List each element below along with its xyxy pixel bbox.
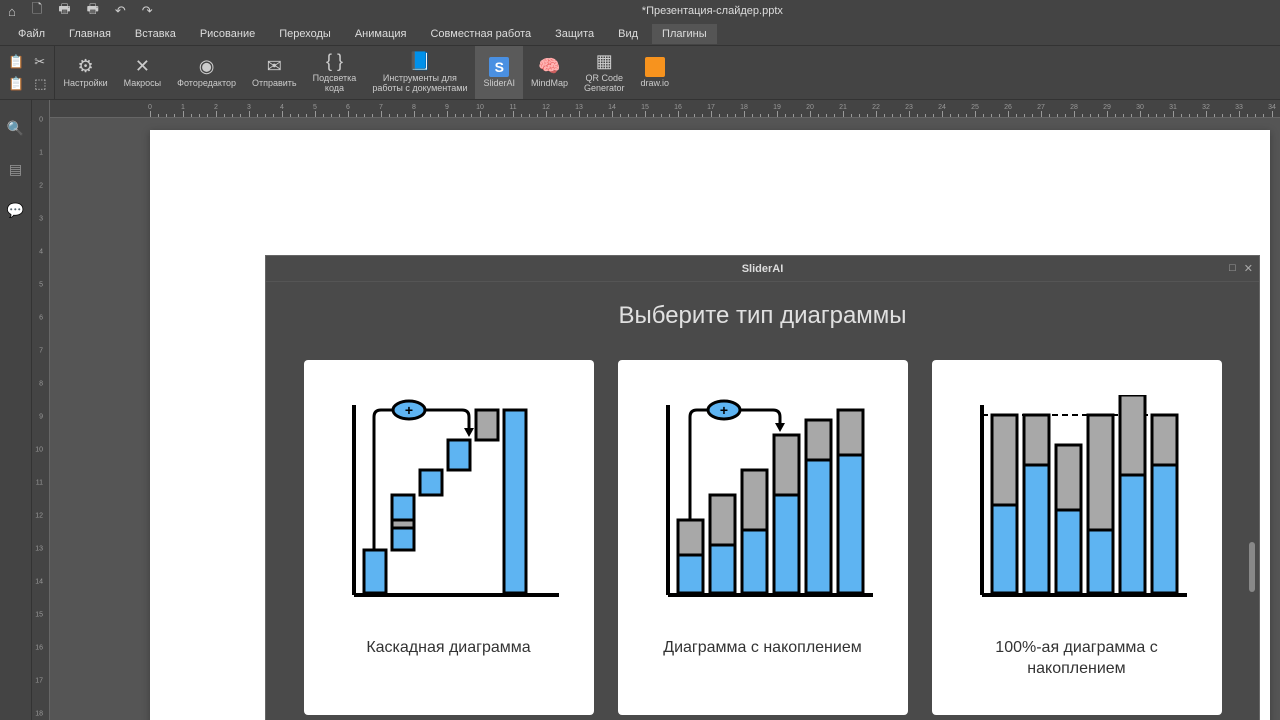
comments-icon[interactable]: 💬 [7, 202, 24, 219]
redo-icon[interactable]: ↷ [142, 3, 153, 19]
tool-инструменты-для-работы-с-документами[interactable]: 📘Инструменты для работы с документами [364, 46, 475, 99]
slides-icon[interactable]: ▤ [9, 161, 22, 178]
titlebar-quick-icons: ⌂ 🗋 🖶 🖶 ↶ ↷ [8, 0, 153, 22]
toolbar-clipboard: 📋 ✂ 📋 ⬚ [0, 46, 55, 99]
menu-collaboration[interactable]: Совместная работа [420, 24, 541, 44]
stacked100-chart-icon [952, 380, 1202, 620]
menu-view[interactable]: Вид [608, 24, 648, 44]
main-area: 🔍 ▤ 💬 0123456789101112131415161718 01234… [0, 100, 1280, 720]
tool-qr-code-generator[interactable]: ▦QR Code Generator [576, 46, 633, 99]
print-icon[interactable]: 🖶 [58, 0, 70, 22]
undo-icon[interactable]: ↶ [115, 3, 126, 19]
card-stacked[interactable]: + Диаграмма с накоплением [618, 360, 908, 715]
search-icon[interactable]: 🔍 [7, 120, 24, 137]
tool-настройки[interactable]: ⚙Настройки [55, 46, 115, 99]
modal-title: SliderAI [742, 263, 784, 275]
menu-protection[interactable]: Защита [545, 24, 604, 44]
maximize-icon[interactable]: □ [1229, 262, 1236, 275]
sliderai-modal: SliderAI □ ✕ Выберите тип диаграммы [265, 255, 1260, 720]
save-icon[interactable]: 🗋 [32, 0, 42, 22]
menubar: Файл Главная Вставка Рисование Переходы … [0, 22, 1280, 46]
svg-text:+: + [719, 402, 727, 418]
card-waterfall-label: Каскадная диаграмма [366, 638, 530, 659]
print2-icon[interactable]: 🖶 [87, 0, 99, 22]
modal-heading: Выберите тип диаграммы [296, 302, 1229, 330]
left-rail: 🔍 ▤ 💬 [0, 100, 32, 720]
menu-file[interactable]: Файл [8, 24, 55, 44]
copy-icon[interactable]: 📋 [8, 54, 24, 70]
menu-insert[interactable]: Вставка [125, 24, 186, 44]
paste-icon[interactable]: 📋 [8, 76, 24, 92]
menu-transitions[interactable]: Переходы [269, 24, 341, 44]
cut-icon[interactable]: ✂ [34, 54, 45, 70]
vertical-ruler: 0123456789101112131415161718 [32, 100, 50, 720]
tool-подсветка-кода[interactable]: { }Подсветка кода [305, 46, 365, 99]
svg-text:+: + [404, 402, 412, 418]
stacked-chart-icon: + [638, 380, 888, 620]
card-stacked100[interactable]: 100%-ая диаграмма с накоплением [932, 360, 1222, 715]
horizontal-ruler: 0123456789101112131415161718192021222324… [50, 100, 1280, 118]
scrollbar-thumb[interactable] [1249, 542, 1255, 592]
close-icon[interactable]: ✕ [1244, 262, 1253, 275]
tool-фоторедактор[interactable]: ◉Фоторедактор [169, 46, 244, 99]
chart-type-cards: + Каскадная диаграмма [296, 360, 1229, 715]
card-stacked-label: Диаграмма с накоплением [663, 638, 861, 659]
canvas-area: 0123456789101112131415161718192021222324… [50, 100, 1280, 720]
tool-отправить[interactable]: ✉Отправить [244, 46, 305, 99]
card-waterfall[interactable]: + Каскадная диаграмма [304, 360, 594, 715]
titlebar: ⌂ 🗋 🖶 🖶 ↶ ↷ *Презентация-слайдер.pptx [0, 0, 1280, 22]
tool-draw.io[interactable]: draw.io [633, 46, 678, 99]
card-stacked100-label: 100%-ая диаграмма с накоплением [952, 638, 1202, 680]
modal-body: Выберите тип диаграммы [266, 282, 1259, 720]
document-title: *Презентация-слайдер.pptx [153, 5, 1272, 17]
toolbar: 📋 ✂ 📋 ⬚ ⚙Настройки✕Макросы◉Фоторедактор✉… [0, 46, 1280, 100]
modal-titlebar[interactable]: SliderAI □ ✕ [266, 256, 1259, 282]
menu-draw[interactable]: Рисование [190, 24, 265, 44]
menu-plugins[interactable]: Плагины [652, 24, 717, 44]
waterfall-chart-icon: + [324, 380, 574, 620]
menu-home[interactable]: Главная [59, 24, 121, 44]
tool-sliderai[interactable]: SSliderAI [475, 46, 523, 99]
home-icon[interactable]: ⌂ [8, 4, 16, 19]
tool-mindmap[interactable]: 🧠MindMap [523, 46, 576, 99]
menu-animation[interactable]: Анимация [345, 24, 417, 44]
select-icon[interactable]: ⬚ [34, 76, 46, 92]
tool-макросы[interactable]: ✕Макросы [116, 46, 170, 99]
